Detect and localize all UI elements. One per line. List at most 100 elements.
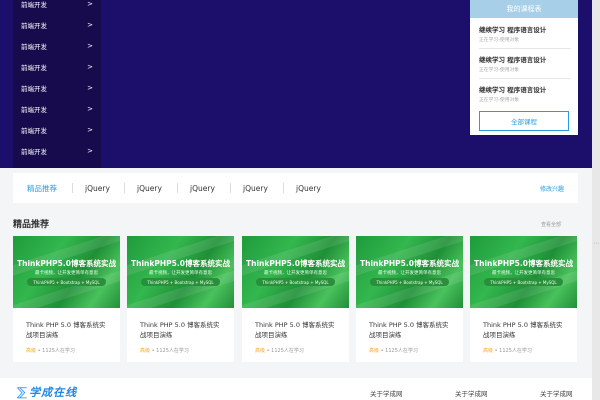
course-thumbnail: ThinkPHP5.0博客系统实战 最卡视频，让开发更简单有意思 ThinkPH…: [470, 236, 577, 308]
side-nav-item-label: 前端开发: [21, 126, 47, 135]
divider: [479, 48, 571, 49]
thumbnail-tag: ThinkPHP5 + Bootstrap + MySQL: [141, 278, 220, 286]
tab-jquery[interactable]: jQuery: [137, 173, 162, 203]
footer-link-about[interactable]: 关于学成网: [370, 388, 403, 398]
chevron-right-icon: >: [87, 62, 93, 71]
course-thumbnail: ThinkPHP5.0博客系统实战 最卡视频，让开发更简单有意思 ThinkPH…: [242, 236, 349, 308]
category-tabs: 精品推荐 jQuery jQuery jQuery jQuery jQuery …: [13, 173, 578, 203]
course-card[interactable]: ThinkPHP5.0博客系统实战 最卡视频，让开发更简单有意思 ThinkPH…: [127, 236, 234, 362]
course-level: 高级: [140, 348, 151, 354]
course-learners: • 1125人在学习: [380, 348, 418, 354]
course-name: Think PHP 5.0 博客系统实战项目演练: [369, 321, 449, 339]
footer-link-about[interactable]: 关于学成网: [455, 388, 488, 398]
thumbnail-title: ThinkPHP5.0博客系统实战: [17, 259, 116, 268]
my-courses-title: 我的课程表: [470, 0, 578, 18]
all-courses-button[interactable]: 全部课程: [479, 111, 569, 131]
divider: [479, 78, 571, 79]
my-course-title: 继续学习 程序语言设计: [479, 56, 547, 64]
tab-jquery[interactable]: jQuery: [85, 173, 110, 203]
my-course-title: 继续学习 程序语言设计: [479, 26, 547, 34]
side-nav-item-label: 前端开发: [21, 105, 47, 114]
course-meta: 高级 • 1125人在学习: [483, 347, 532, 354]
side-nav-item[interactable]: 前端开发 >: [13, 119, 101, 140]
thumbnail-subtitle: 最卡视频，让开发更简单有意思: [378, 271, 441, 276]
course-learners: • 1125人在学习: [151, 348, 189, 354]
course-card[interactable]: ThinkPHP5.0博客系统实战 最卡视频，让开发更简单有意思 ThinkPH…: [242, 236, 349, 362]
thumbnail-tag: ThinkPHP5 + Bootstrap + MySQL: [370, 278, 449, 286]
tab-jquery[interactable]: jQuery: [190, 173, 215, 203]
page-scrollbar[interactable]: ⋯: [592, 0, 600, 400]
category-side-nav: 前端开发 > 前端开发 > 前端开发 > 前端开发 > 前端开发 > 前端开发 > 前端开发…: [13, 0, 101, 168]
course-name: Think PHP 5.0 博客系统实战项目演练: [26, 321, 106, 339]
course-card[interactable]: ThinkPHP5.0博客系统实战 最卡视频，让开发更简单有意思 ThinkPH…: [356, 236, 463, 362]
tab-divider: [72, 183, 73, 193]
course-card[interactable]: ThinkPHP5.0博客系统实战 最卡视频，让开发更简单有意思 ThinkPH…: [13, 236, 120, 362]
xuecheng-logo[interactable]: ⅀ 学成在线: [17, 384, 77, 400]
thumbnail-tag: ThinkPHP5 + Bootstrap + MySQL: [256, 278, 335, 286]
thumbnail-subtitle: 最卡视频，让开发更简单有意思: [492, 271, 555, 276]
chevron-right-icon: >: [87, 0, 93, 8]
tab-divider: [230, 183, 231, 193]
hero-banner: 前端开发 > 前端开发 > 前端开发 > 前端开发 > 前端开发 > 前端开发 > 前端开发…: [0, 0, 592, 168]
chevron-right-icon: >: [87, 20, 93, 29]
course-level: 高级: [26, 348, 37, 354]
tab-featured[interactable]: 精品推荐: [27, 173, 57, 203]
my-course-item[interactable]: 继续学习 程序语言设计 正在学习-使用对象: [479, 54, 571, 73]
tab-divider: [177, 183, 178, 193]
side-nav-item-label: 前端开发: [21, 84, 47, 93]
chevron-right-icon: >: [87, 146, 93, 155]
course-name: Think PHP 5.0 博客系统实战项目演练: [255, 321, 335, 339]
xuecheng-logo-icon: ⅀: [17, 385, 28, 399]
page-footer: ⅀ 学成在线 关于学成网 关于学成网 关于学成网: [0, 378, 592, 400]
footer-link-about[interactable]: 关于学成网: [540, 388, 573, 398]
side-nav-item-label: 前端开发: [21, 63, 47, 72]
chevron-right-icon: >: [87, 104, 93, 113]
course-learners: • 1125人在学习: [266, 348, 304, 354]
side-nav-item[interactable]: 前端开发 >: [13, 14, 101, 35]
side-nav-item-label: 前端开发: [21, 0, 47, 9]
drag-handle-icon[interactable]: ⋯: [593, 240, 599, 247]
course-name: Think PHP 5.0 博客系统实战项目演练: [483, 321, 563, 339]
course-level: 高级: [369, 348, 380, 354]
thumbnail-title: ThinkPHP5.0博客系统实战: [360, 259, 459, 268]
course-meta: 高级 • 1125人在学习: [255, 347, 304, 354]
thumbnail-tag: ThinkPHP5 + Bootstrap + MySQL: [27, 278, 106, 286]
side-nav-item[interactable]: 前端开发 >: [13, 140, 101, 161]
side-nav-item-label: 前端开发: [21, 42, 47, 51]
course-level: 高级: [483, 348, 494, 354]
side-nav-item-label: 前端开发: [21, 21, 47, 30]
side-nav-item[interactable]: 前端开发 >: [13, 77, 101, 98]
thumbnail-title: ThinkPHP5.0博客系统实战: [131, 259, 230, 268]
my-course-item[interactable]: 继续学习 程序语言设计 正在学习-使用对象: [479, 84, 571, 103]
my-course-sub: 正在学习-使用对象: [479, 98, 520, 103]
tab-jquery[interactable]: jQuery: [296, 173, 321, 203]
side-nav-item[interactable]: 前端开发 >: [13, 98, 101, 119]
side-nav-item[interactable]: 前端开发 >: [13, 35, 101, 56]
thumbnail-title: ThinkPHP5.0博客系统实战: [474, 259, 573, 268]
edit-interests-link[interactable]: 修改兴趣: [540, 173, 564, 203]
side-nav-item-label: 前端开发: [21, 147, 47, 156]
course-learners: • 1125人在学习: [494, 348, 532, 354]
course-thumbnail: ThinkPHP5.0博客系统实战 最卡视频，让开发更简单有意思 ThinkPH…: [127, 236, 234, 308]
course-thumbnail: ThinkPHP5.0博客系统实战 最卡视频，让开发更简单有意思 ThinkPH…: [13, 236, 120, 308]
course-meta: 高级 • 1125人在学习: [26, 347, 75, 354]
chevron-right-icon: >: [87, 125, 93, 134]
course-thumbnail: ThinkPHP5.0博客系统实战 最卡视频，让开发更简单有意思 ThinkPH…: [356, 236, 463, 308]
side-nav-item[interactable]: 前端开发 >: [13, 0, 101, 14]
course-meta: 高级 • 1125人在学习: [369, 347, 418, 354]
my-courses-panel: 我的课程表 继续学习 程序语言设计 正在学习-使用对象 继续学习 程序语言设计 …: [470, 0, 578, 135]
side-nav-item[interactable]: 前端开发 >: [13, 56, 101, 77]
thumbnail-subtitle: 最卡视频，让开发更简单有意思: [149, 271, 212, 276]
course-level: 高级: [255, 348, 266, 354]
thumbnail-title: ThinkPHP5.0博客系统实战: [246, 259, 345, 268]
my-course-sub: 正在学习-使用对象: [479, 38, 520, 43]
tab-jquery[interactable]: jQuery: [243, 173, 268, 203]
tab-divider: [283, 183, 284, 193]
my-course-item[interactable]: 继续学习 程序语言设计 正在学习-使用对象: [479, 24, 571, 43]
course-card[interactable]: ThinkPHP5.0博客系统实战 最卡视频，让开发更简单有意思 ThinkPH…: [470, 236, 577, 362]
course-meta: 高级 • 1125人在学习: [140, 347, 189, 354]
view-all-link[interactable]: 查看全部: [541, 221, 561, 228]
section-title: 精品推荐: [13, 220, 50, 230]
my-course-title: 继续学习 程序语言设计: [479, 86, 547, 94]
tab-divider: [124, 183, 125, 193]
